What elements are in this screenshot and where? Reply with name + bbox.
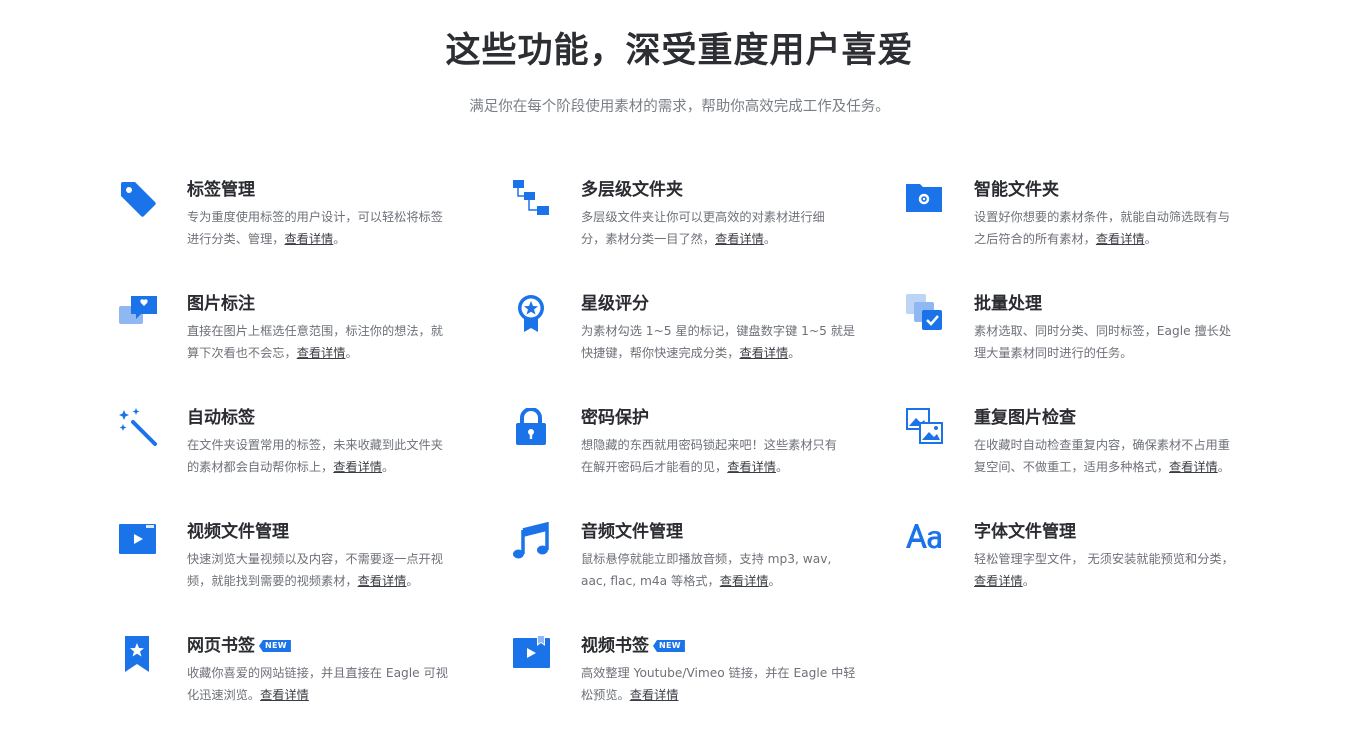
feature-auto-tag: 自动标签 在文件夹设置常用的标签，未来收藏到此文件夹 的素材都会自动帮你标上，查看… [119, 406, 443, 496]
feature-desc: 素材选取、同时分类、同时标签，Eagle 擅长处 理大量素材同时进行的任务。 [974, 324, 1232, 360]
feature-desc: 设置好你想要的素材条件，就能自动筛选既有与 之后符合的所有素材，查看详情。 [974, 210, 1230, 246]
feature-star-rating: 星级评分 为素材勾选 1~5 星的标记，键盘数字键 1~5 就是 快捷键，帮你快速… [513, 292, 855, 382]
feature-title: 图片标注 [187, 294, 255, 314]
feature-desc: 在收藏时自动检查重复内容，确保素材不占用重 复空间、不做重工，适用多种格式，查看详… [974, 438, 1230, 474]
star-badge-icon [513, 294, 553, 334]
feature-desc: 轻松管理字型文件， 无须安装就能预览和分类， 查看详情。 [974, 552, 1234, 588]
bookmark-icon [119, 636, 159, 676]
feature-title: 星级评分 [581, 294, 649, 314]
feature-desc: 想隐藏的东西就用密码锁起来吧！这些素材只有 在解开密码后才能看的见，查看详情。 [581, 438, 837, 474]
view-details-link[interactable]: 查看详情 [1096, 232, 1145, 246]
feature-title: 重复图片检查 [974, 408, 1076, 428]
view-details-link[interactable]: 查看详情 [630, 688, 679, 702]
feature-title: 智能文件夹 [974, 180, 1059, 200]
new-badge: NEW [259, 640, 291, 652]
duplicate-images-icon [906, 408, 946, 448]
font-icon [906, 522, 946, 562]
feature-font-management: 字体文件管理 轻松管理字型文件， 无须安装就能预览和分类， 查看详情。 [906, 520, 1234, 610]
feature-smart-folder: 智能文件夹 设置好你想要的素材条件，就能自动筛选既有与 之后符合的所有素材，查看详… [906, 178, 1230, 268]
feature-video-management: 视频文件管理 快速浏览大量视频以及内容，不需要逐一点开视 频，就能找到需要的视频素… [119, 520, 443, 610]
feature-multi-level-folder: 多层级文件夹 多层级文件夹让你可以更高效的对素材进行细 分，素材分类一目了然，查看… [513, 178, 825, 268]
image-annotation-icon [119, 294, 159, 334]
feature-title: 网页书签 NEW [187, 634, 467, 658]
feature-desc: 快速浏览大量视频以及内容，不需要逐一点开视 频，就能找到需要的视频素材，查看详情。 [187, 552, 443, 588]
feature-desc: 鼠标悬停就能立即播放音频，支持 mp3, wav, aac, flac, m4a … [581, 552, 832, 588]
view-details-link[interactable]: 查看详情 [739, 346, 788, 360]
lock-icon [513, 408, 553, 448]
feature-image-annotation: 图片标注 直接在图片上框选任意范围，标注你的想法，就 算下次看也不会忘，查看详情。 [119, 292, 443, 382]
feature-audio-management: 音频文件管理 鼠标悬停就能立即播放音频，支持 mp3, wav, aac, fla… [513, 520, 831, 610]
feature-desc: 为素材勾选 1~5 星的标记，键盘数字键 1~5 就是 快捷键，帮你快速完成分类，… [581, 324, 856, 360]
feature-desc: 收藏你喜爱的网站链接，并且直接在 Eagle 可视 化迅速浏览。查看详情 [187, 666, 448, 702]
feature-desc: 专为重度使用标签的用户设计，可以轻松将标签 进行分类、管理，查看详情。 [187, 210, 443, 246]
view-details-link[interactable]: 查看详情 [974, 574, 1023, 588]
feature-title: 批量处理 [974, 294, 1042, 314]
smart-folder-icon [906, 180, 946, 220]
feature-title: 视频书签 NEW [581, 634, 861, 658]
feature-title: 自动标签 [187, 408, 255, 428]
feature-title: 多层级文件夹 [581, 180, 683, 200]
magic-wand-icon [119, 408, 159, 448]
view-details-link[interactable]: 查看详情 [297, 346, 346, 360]
video-bookmark-icon [513, 636, 553, 676]
feature-title: 视频文件管理 [187, 522, 289, 542]
feature-title: 音频文件管理 [581, 522, 683, 542]
feature-duplicate-check: 重复图片检查 在收藏时自动检查重复内容，确保素材不占用重 复空间、不做重工，适用多… [906, 406, 1230, 496]
feature-tag-management: 标签管理 专为重度使用标签的用户设计，可以轻松将标签 进行分类、管理，查看详情。 [119, 178, 443, 268]
feature-desc: 多层级文件夹让你可以更高效的对素材进行细 分，素材分类一目了然，查看详情。 [581, 210, 825, 246]
batch-process-icon [906, 294, 946, 334]
video-file-icon [119, 522, 159, 562]
feature-title: 标签管理 [187, 180, 255, 200]
music-note-icon [513, 522, 553, 562]
feature-title: 字体文件管理 [974, 522, 1076, 542]
folder-tree-icon [513, 180, 553, 220]
view-details-link[interactable]: 查看详情 [358, 574, 407, 588]
feature-web-bookmark: 网页书签 NEW 收藏你喜爱的网站链接，并且直接在 Eagle 可视 化迅速浏览。查… [119, 634, 448, 724]
page-title: 这些功能，深受重度用户喜爱 [445, 31, 914, 71]
view-details-link[interactable]: 查看详情 [727, 460, 776, 474]
view-details-link[interactable]: 查看详情 [720, 574, 769, 588]
view-details-link[interactable]: 查看详情 [260, 688, 309, 702]
feature-desc: 在文件夹设置常用的标签，未来收藏到此文件夹 的素材都会自动帮你标上，查看详情。 [187, 438, 443, 474]
page-subtitle: 满足你在每个阶段使用素材的需求，帮助你高效完成工作及任务。 [469, 99, 890, 115]
tag-icon [119, 180, 159, 220]
feature-desc: 直接在图片上框选任意范围，标注你的想法，就 算下次看也不会忘，查看详情。 [187, 324, 443, 360]
feature-video-bookmark: 视频书签 NEW 高效整理 Youtube/Vimeo 链接，并在 Eagle 中… [513, 634, 855, 724]
new-badge: NEW [653, 640, 685, 652]
feature-desc: 高效整理 Youtube/Vimeo 链接，并在 Eagle 中轻 松预览。查看详… [581, 666, 856, 702]
view-details-link[interactable]: 查看详情 [333, 460, 382, 474]
feature-title: 密码保护 [581, 408, 649, 428]
view-details-link[interactable]: 查看详情 [715, 232, 764, 246]
view-details-link[interactable]: 查看详情 [285, 232, 334, 246]
feature-password-protect: 密码保护 想隐藏的东西就用密码锁起来吧！这些素材只有 在解开密码后才能看的见，查看… [513, 406, 837, 496]
feature-batch-process: 批量处理 素材选取、同时分类、同时标签，Eagle 擅长处 理大量素材同时进行的任… [906, 292, 1231, 382]
view-details-link[interactable]: 查看详情 [1169, 460, 1218, 474]
